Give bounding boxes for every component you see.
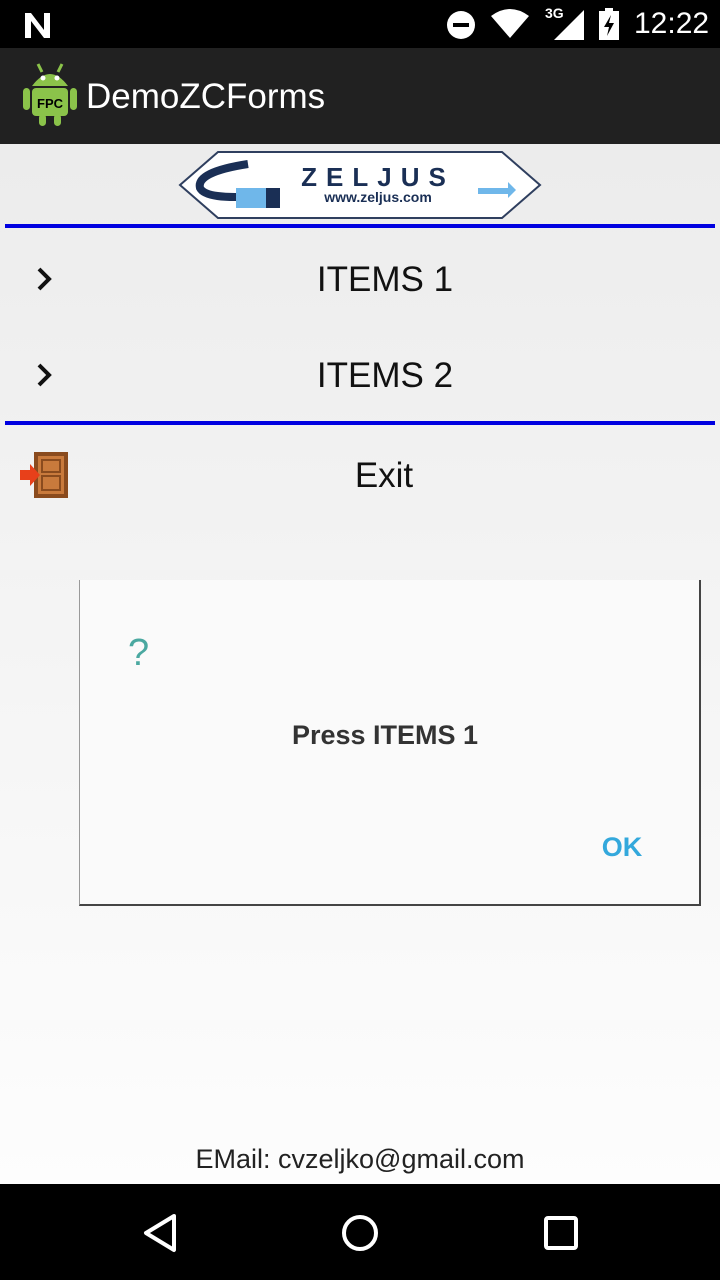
battery-charging-icon xyxy=(599,8,619,40)
recents-icon[interactable] xyxy=(540,1212,582,1254)
cell-signal-icon xyxy=(554,10,584,40)
footer-email: EMail: cvzeljko@gmail.com xyxy=(195,1144,525,1174)
system-nav-bar xyxy=(0,1184,720,1280)
zeljus-logo: ZELJUS www.zeljus.com xyxy=(178,151,542,219)
question-icon: ? xyxy=(128,632,150,674)
n-icon xyxy=(25,13,50,38)
menu-divider-bottom xyxy=(5,421,715,425)
dialog-message: Press ITEMS 1 xyxy=(291,720,479,750)
app-title: DemoZCForms xyxy=(86,77,326,116)
home-icon[interactable] xyxy=(339,1212,381,1254)
android-fpc-icon: FPC xyxy=(23,63,77,126)
status-bar: 3G 12:22 xyxy=(0,0,720,48)
ok-button[interactable]: OK xyxy=(592,832,652,872)
menu-divider-top xyxy=(5,224,715,228)
menu-item-items-2[interactable]: ITEMS 2 xyxy=(5,326,715,422)
alert-dialog: ? Press ITEMS 1 OK xyxy=(79,580,701,906)
menu-item-label: ITEMS 1 xyxy=(316,260,454,299)
status-clock: 12:22 xyxy=(634,7,710,40)
main-content: ZELJUS www.zeljus.com ITEMS 1 ITEMS 2 Ex… xyxy=(0,144,720,1184)
exit-label: Exit xyxy=(354,456,414,495)
logo-text: ZELJUS xyxy=(301,162,455,192)
app-bar: FPC DemoZCForms xyxy=(0,48,720,144)
menu-item-label: ITEMS 2 xyxy=(316,356,454,395)
back-icon[interactable] xyxy=(140,1212,182,1254)
wifi-icon xyxy=(491,9,529,38)
dnd-icon xyxy=(447,11,475,39)
app-icon-label: FPC xyxy=(37,96,64,111)
menu-item-items-1[interactable]: ITEMS 1 xyxy=(5,230,715,326)
menu-item-exit[interactable]: Exit xyxy=(0,426,720,526)
logo-url: www.zeljus.com xyxy=(323,189,432,205)
